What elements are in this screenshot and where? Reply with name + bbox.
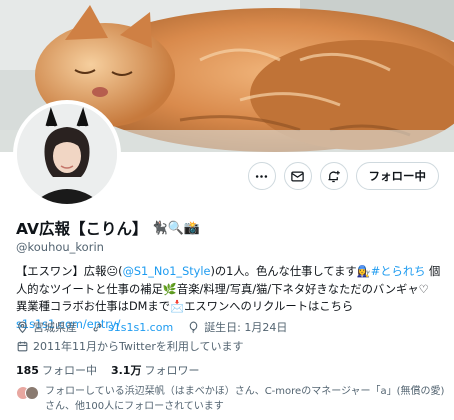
bell-plus-icon [328,170,340,182]
link-icon [93,323,102,331]
following-stat[interactable]: 185 フォロー中 [16,362,97,378]
bio-mention-link[interactable]: @S1_No1_Style [123,265,211,278]
display-name: AV広報【こりん】 [16,220,148,238]
followed-by-avatars [16,384,39,400]
more-button[interactable] [247,162,276,190]
location-pin-icon [18,321,27,333]
birthday-text: 誕生日: 1月24日 [204,321,288,334]
more-icon [255,174,268,178]
balloon-icon [189,321,198,333]
message-button[interactable] [283,162,312,190]
name-emojis: 🐈‍⬛🔍📸 [151,220,201,236]
followers-label: フォロワー [144,364,200,377]
location: 宮城県産 [16,319,77,335]
followed-by[interactable]: フォローしている浜辺栞帆（はまべかほ）さん、C-moreのマネージャー「a」(無… [16,384,446,414]
notify-button[interactable] [319,162,348,190]
display-name-row: AV広報【こりん】 🐈‍⬛🔍📸 [16,217,200,239]
bio-text: 【エスワン】広報😐( [16,265,123,278]
followed-by-text: フォローしている浜辺栞帆（はまべかほ）さん、C-moreのマネージャー「a」(無… [45,386,445,412]
following-count: 185 [16,364,39,377]
user-handle: @kouhou_korin [16,240,104,254]
bio-text: )の1人。色んな仕事してます👩‍🔧 [210,265,371,278]
followers-stat[interactable]: 3.1万 フォロワー [111,362,200,378]
following-button[interactable]: フォロー中 [355,162,439,190]
avatar-image [17,104,117,204]
website-link[interactable]: s1s1s1.com [108,321,173,334]
profile-actions: フォロー中 [247,162,439,190]
envelope-icon [291,171,304,181]
join-date: 2011年11月からTwitterを利用しています [16,338,244,354]
following-label: フォロー中 [41,364,97,377]
join-date-text: 2011年11月からTwitterを利用しています [33,340,244,353]
mini-avatar [25,386,39,400]
bio-hashtag-link[interactable]: #とられち [371,265,426,278]
location-text: 宮城県産 [33,321,77,334]
website: s1s1s1.com [91,319,173,335]
profile-meta: 宮城県産 s1s1s1.com 誕生日: 1月24日 2011年11月からTwi… [16,319,442,354]
avatar[interactable] [13,100,121,208]
follow-stats: 185 フォロー中 3.1万 フォロワー [16,362,199,378]
followers-count: 3.1万 [110,364,142,377]
birthday: 誕生日: 1月24日 [187,319,287,335]
calendar-icon [17,341,28,351]
